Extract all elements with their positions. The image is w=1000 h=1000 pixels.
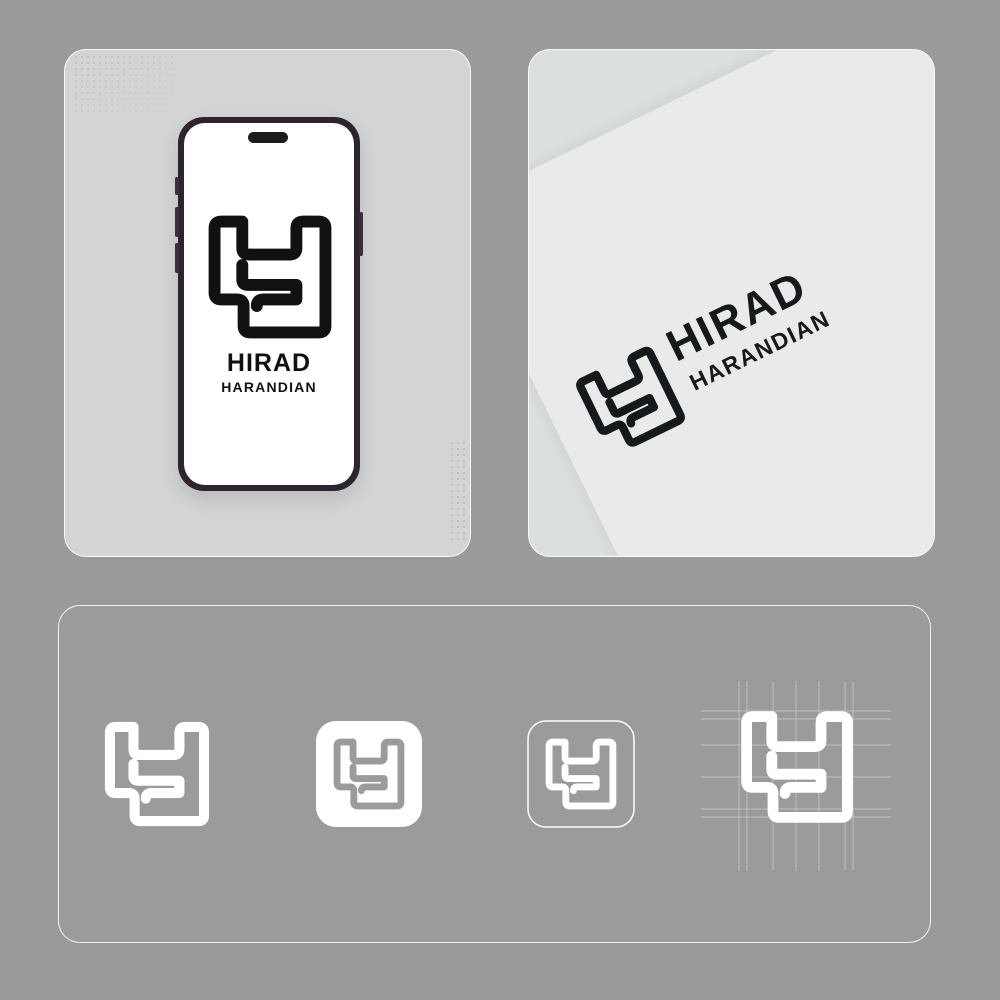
- monogram-h-logo-icon: [204, 211, 336, 343]
- business-card-panel: HIRAD HARANDIAN: [528, 49, 935, 557]
- phone-device: HIRAD HARANDIAN: [175, 117, 363, 491]
- phone-screen: HIRAD HARANDIAN: [184, 123, 354, 485]
- dot-pattern: [73, 54, 173, 114]
- app-icon-outline: [527, 720, 635, 828]
- monogram-h-logo-icon: [101, 718, 213, 830]
- app-icon-filled: [316, 721, 422, 827]
- logo-variations-panel: [58, 605, 931, 943]
- brand-name-line1: HIRAD: [226, 349, 312, 377]
- dot-pattern: [449, 440, 467, 540]
- brand-name-line2: HARANDIAN: [221, 379, 317, 395]
- phone-mockup-panel: HIRAD HARANDIAN: [64, 49, 471, 557]
- dynamic-island: [248, 132, 288, 143]
- construction-grid-mark: [701, 681, 891, 871]
